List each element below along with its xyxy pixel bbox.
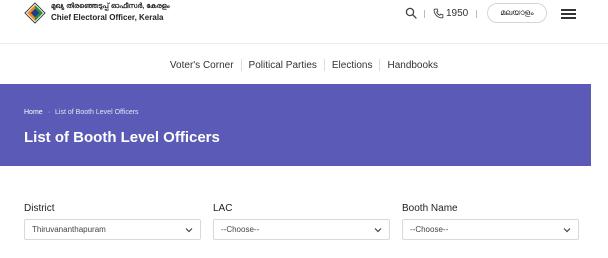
lac-select[interactable]: --Choose-- <box>213 219 390 240</box>
breadcrumb-current: List of Booth Level Officers <box>55 109 139 116</box>
chevron-down-icon <box>563 227 571 232</box>
lac-label: LAC <box>213 203 233 214</box>
chevron-down-icon <box>374 227 382 232</box>
breadcrumb-home-link[interactable]: Home <box>24 109 43 116</box>
lac-select-value: --Choose-- <box>221 225 260 234</box>
booth-name-label: Booth Name <box>402 203 458 214</box>
nav-item-voters-corner[interactable]: Voter's Corner <box>163 60 241 71</box>
language-toggle-button[interactable]: മലയാളം <box>487 3 547 23</box>
nav-item-elections[interactable]: Elections <box>325 60 380 71</box>
nav-item-handbooks[interactable]: Handbooks <box>380 60 445 71</box>
search-icon[interactable] <box>405 7 417 19</box>
breadcrumb: Home · List of Booth Level Officers <box>24 109 139 116</box>
header-divider <box>424 10 425 18</box>
page-title: List of Booth Level Officers <box>24 129 220 146</box>
chevron-down-icon <box>185 227 193 232</box>
helpline-link[interactable]: 1950 <box>433 7 468 19</box>
menu-icon[interactable] <box>561 9 576 19</box>
nav-item-political-parties[interactable]: Political Parties <box>242 60 324 71</box>
phone-icon <box>433 8 444 18</box>
district-select[interactable]: Thiruvananthapuram <box>24 219 201 240</box>
district-select-value: Thiruvananthapuram <box>32 225 106 234</box>
brand-name-malayalam: മുഖ്യ തിരഞ്ഞെടുപ്പ് ഓഫീസർ, കേരളം <box>51 3 170 10</box>
booth-name-select[interactable]: --Choose-- <box>402 219 579 240</box>
brand-name-english: Chief Electoral Officer, Kerala <box>51 13 164 22</box>
eci-logo-icon[interactable] <box>24 2 46 24</box>
site-header: മുഖ്യ തിരഞ്ഞെടുപ്പ് ഓഫീസർ, കേരളം Chief E… <box>0 0 608 44</box>
helpline-number: 1950 <box>446 7 469 19</box>
main-nav: Voter's Corner Political Parties Electio… <box>0 52 608 78</box>
district-label: District <box>24 203 55 214</box>
breadcrumb-separator: · <box>47 109 51 116</box>
page-banner: Home · List of Booth Level Officers List… <box>0 84 591 166</box>
booth-name-select-value: --Choose-- <box>410 225 449 234</box>
header-divider <box>476 10 477 18</box>
